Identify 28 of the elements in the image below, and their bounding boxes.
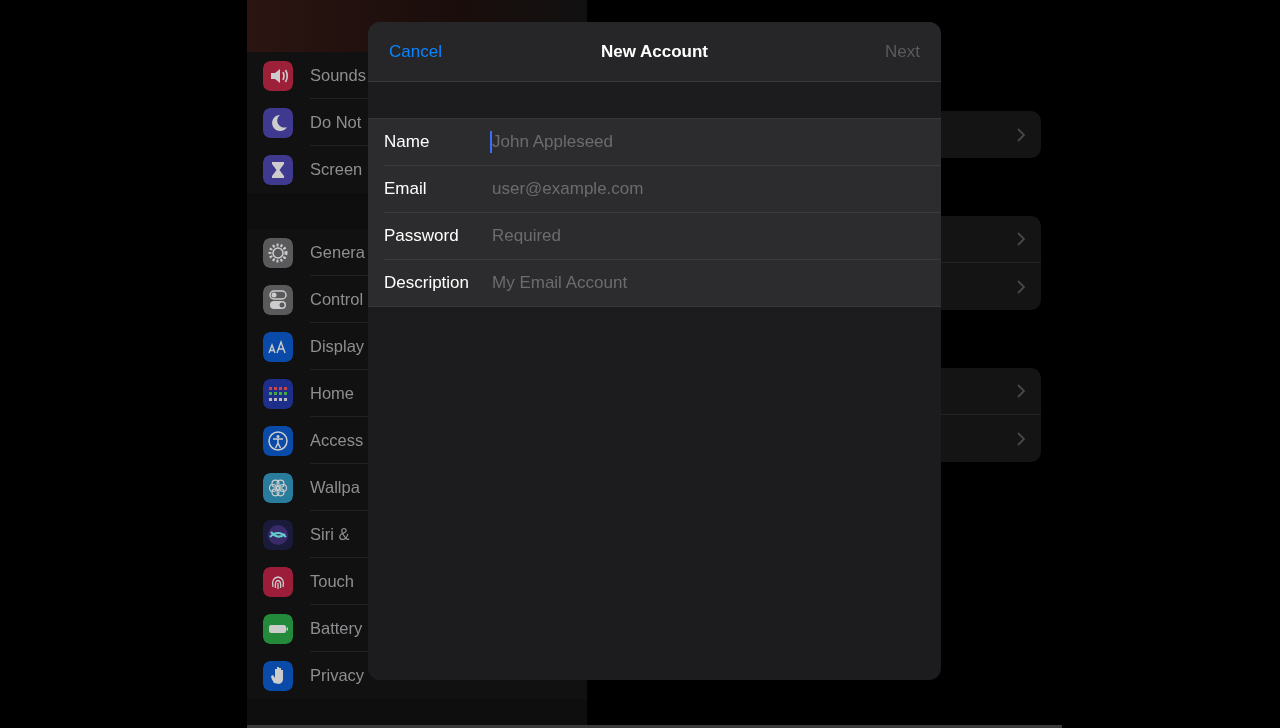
cancel-button[interactable]: Cancel bbox=[389, 41, 442, 62]
settings-item[interactable]: Home bbox=[310, 383, 354, 403]
settings-item[interactable]: Genera bbox=[310, 242, 366, 262]
input-field[interactable]: John Appleseed bbox=[490, 131, 792, 153]
input-field[interactable]: user@example.com bbox=[490, 178, 792, 200]
settings-item[interactable]: Display bbox=[310, 336, 365, 356]
settings-item[interactable]: Touch bbox=[310, 571, 355, 591]
input-field[interactable]: My Email Account bbox=[490, 272, 792, 294]
settings-item[interactable]: Access bbox=[310, 430, 364, 450]
settings-item[interactable]: Siri & bbox=[310, 524, 350, 544]
chevron-icon[interactable] bbox=[1017, 384, 1025, 398]
sheet-title: New Account bbox=[600, 41, 708, 61]
chevron-icon[interactable] bbox=[1017, 127, 1025, 142]
settings-item[interactable]: Do Not bbox=[310, 112, 362, 132]
chevron-icon[interactable] bbox=[1017, 232, 1025, 246]
field-label: Description bbox=[384, 273, 471, 293]
chevron-icon[interactable] bbox=[1017, 279, 1025, 294]
settings-item[interactable]: Privacy bbox=[310, 666, 365, 685]
settings-item[interactable]: Battery bbox=[310, 618, 363, 638]
input-field[interactable]: Required bbox=[490, 225, 792, 247]
field-label: Name bbox=[384, 132, 431, 152]
settings-item[interactable]: Screen bbox=[310, 160, 363, 179]
settings-item[interactable]: Wallpa bbox=[310, 477, 360, 497]
field-label: Email bbox=[384, 179, 428, 199]
settings-item[interactable]: Control bbox=[310, 289, 364, 309]
settings-item[interactable]: Sounds bbox=[310, 65, 366, 85]
field-label: Password bbox=[384, 226, 460, 246]
chevron-icon[interactable] bbox=[1017, 431, 1025, 446]
